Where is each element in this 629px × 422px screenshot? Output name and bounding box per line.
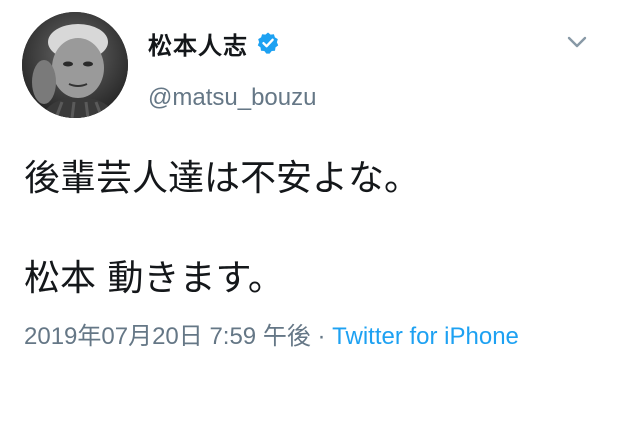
tweet-text-line-1: 後輩芸人達は不安よな。 [24,158,421,199]
user-handle[interactable]: @matsu_bouzu [148,84,316,112]
author-block[interactable]: 松本人志 @matsu_bouzu [148,26,316,112]
tweet-text-line-2: 松本 動きます。 [24,258,284,299]
timestamp[interactable]: 2019年07月20日 7:59 午後 [24,323,311,350]
chevron-down-icon[interactable] [566,34,588,50]
name-row: 松本人志 [148,26,316,60]
tweet-text: 後輩芸人達は不安よな。 松本 動きます。 [24,156,614,302]
avatar[interactable] [22,12,128,118]
tweet-card: 松本人志 @matsu_bouzu 後輩芸人達は不安よな。 松本 動きます。 2… [0,0,629,422]
meta-separator: · [310,323,333,350]
verified-badge-icon [256,31,280,55]
source-link[interactable]: Twitter for iPhone [332,323,519,350]
display-name[interactable]: 松本人志 [148,26,248,61]
tweet-meta: 2019年07月20日 7:59 午後 · Twitter for iPhone [24,320,544,354]
avatar-photo [22,12,128,118]
